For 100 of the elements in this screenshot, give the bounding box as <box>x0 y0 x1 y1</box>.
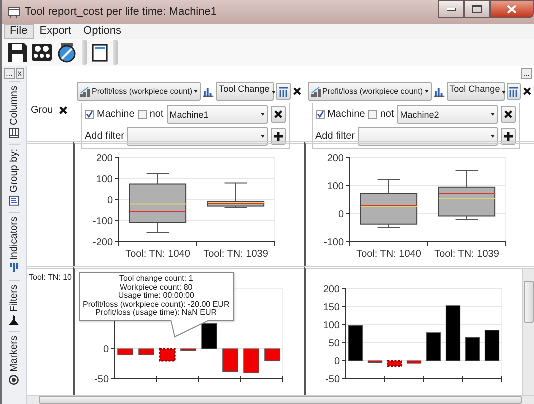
grouping-icon <box>9 196 19 206</box>
checkbox[interactable] <box>138 110 147 119</box>
window-icon[interactable] <box>92 44 108 62</box>
stacked-bars-icon <box>80 86 90 96</box>
filter-label: Add filter <box>316 131 355 142</box>
bar[interactable] <box>367 360 382 364</box>
panel-button[interactable]: ... <box>521 68 532 79</box>
panel-button[interactable]: x <box>16 68 24 79</box>
close-icon <box>507 4 517 14</box>
category-label: Tool: TN: 1039 <box>434 249 499 260</box>
filter-label: not <box>150 109 164 120</box>
bar[interactable] <box>464 337 480 362</box>
remove-filter-button[interactable] <box>270 106 286 123</box>
slashed-disc-icon[interactable] <box>57 42 77 62</box>
axis-label: -100 <box>323 238 344 248</box>
stacked-bars-icon <box>310 86 320 96</box>
checkbox[interactable] <box>85 110 94 119</box>
group-dropdown[interactable]: Tool Change <box>216 82 274 101</box>
axis-label: 50 <box>328 338 340 350</box>
row-label: Tool: TN: 10 <box>28 272 73 282</box>
plus-icon <box>504 132 513 141</box>
filter-value-dropdown[interactable]: Machine1 <box>166 105 268 124</box>
bar[interactable] <box>426 332 441 362</box>
close-icon[interactable] <box>504 110 513 119</box>
window-icon <box>8 6 20 18</box>
scrollbar-thumb[interactable] <box>39 396 522 404</box>
group-label: Grou <box>31 104 54 116</box>
bar[interactable] <box>406 360 422 364</box>
target-icon <box>9 375 19 386</box>
bar[interactable] <box>202 324 218 350</box>
box-whisker <box>360 179 418 228</box>
columns-icon <box>278 86 288 96</box>
toolbar-grip[interactable] <box>113 40 118 65</box>
save-icon[interactable] <box>8 43 27 62</box>
columns-icon <box>509 86 518 96</box>
maximize-icon <box>472 5 482 13</box>
close-icon[interactable] <box>59 106 68 114</box>
bar[interactable] <box>484 330 500 362</box>
bar[interactable] <box>159 348 176 362</box>
tooltip-text: Tool change count: 1 <box>119 275 194 284</box>
bar[interactable] <box>386 360 402 368</box>
bar-chart-icon <box>9 264 19 274</box>
filter-icon <box>9 314 19 325</box>
axis-label: 150 <box>322 302 340 314</box>
box-whisker <box>129 173 187 234</box>
axis-label: 100 <box>96 174 113 186</box>
indicator-dropdown[interactable]: Profit/loss (workpiece count) <box>77 82 202 101</box>
minimize-button[interactable] <box>438 0 464 18</box>
axis-label: 0 <box>107 196 113 206</box>
axis-label: -200 <box>92 238 113 248</box>
menu-item[interactable]: File <box>4 24 34 39</box>
menu-item[interactable]: Export <box>34 24 78 39</box>
box-whisker <box>438 170 496 220</box>
window-title: Tool report_cost per life time: Machine1 <box>25 6 218 18</box>
vertical-scrollbar[interactable] <box>522 269 534 395</box>
panel-button[interactable]: ... <box>4 68 15 79</box>
bar-chart-icon[interactable] <box>203 86 214 96</box>
tooltip-text: Usage time: 00:00:00 <box>118 292 194 301</box>
plus-icon <box>274 132 282 141</box>
scrollbar-thumb[interactable] <box>524 281 534 323</box>
axis-label: 0 <box>103 344 109 356</box>
checkbox[interactable] <box>368 110 378 119</box>
axis-label: 100 <box>326 182 344 192</box>
maximize-button[interactable] <box>464 0 490 18</box>
close-icon[interactable] <box>292 87 302 96</box>
bar[interactable] <box>348 325 363 362</box>
horizontal-scrollbar[interactable] <box>27 395 534 404</box>
bar[interactable] <box>445 306 460 362</box>
bar-chart-icon[interactable] <box>434 86 445 96</box>
axis-label: 200 <box>326 154 344 164</box>
axis-label: -50 <box>325 374 340 386</box>
dial-panel-icon[interactable] <box>32 44 52 61</box>
tooltip-text: Profit/loss (usage time): NaN EUR <box>96 309 218 318</box>
columns-button[interactable] <box>506 83 522 100</box>
indicator-dropdown[interactable]: Profit/loss (workpiece count) <box>308 82 432 101</box>
axis-label: 0 <box>338 210 344 220</box>
columns-icon <box>9 128 19 138</box>
side-tab[interactable]: Filters <box>8 280 20 329</box>
filter-value-dropdown[interactable]: Machine2 <box>397 105 498 124</box>
filter-label: Machine <box>328 109 366 120</box>
checkbox[interactable] <box>316 110 324 119</box>
axis-label: 100 <box>322 320 340 332</box>
side-tab[interactable]: Indicators <box>8 212 20 278</box>
axis-label: 200 <box>322 284 340 296</box>
box-whisker <box>207 182 265 208</box>
columns-button[interactable] <box>276 83 291 100</box>
filter-label: not <box>380 109 394 120</box>
close-icon[interactable] <box>274 110 282 119</box>
side-tab[interactable]: Columns <box>8 81 20 142</box>
side-tab[interactable]: Markers <box>8 330 20 390</box>
menu-item[interactable]: Options <box>78 24 128 39</box>
close-button[interactable] <box>490 0 534 18</box>
toolbar-grip[interactable] <box>82 40 87 65</box>
axis-label: 200 <box>96 154 113 164</box>
close-icon[interactable] <box>523 87 532 96</box>
side-tab[interactable]: Group by: <box>8 144 20 210</box>
remove-filter-button[interactable] <box>501 106 516 123</box>
category-label: Tool: TN: 1040 <box>356 249 421 260</box>
group-dropdown[interactable]: Tool Change <box>446 82 505 101</box>
axis-label: -100 <box>92 216 113 228</box>
